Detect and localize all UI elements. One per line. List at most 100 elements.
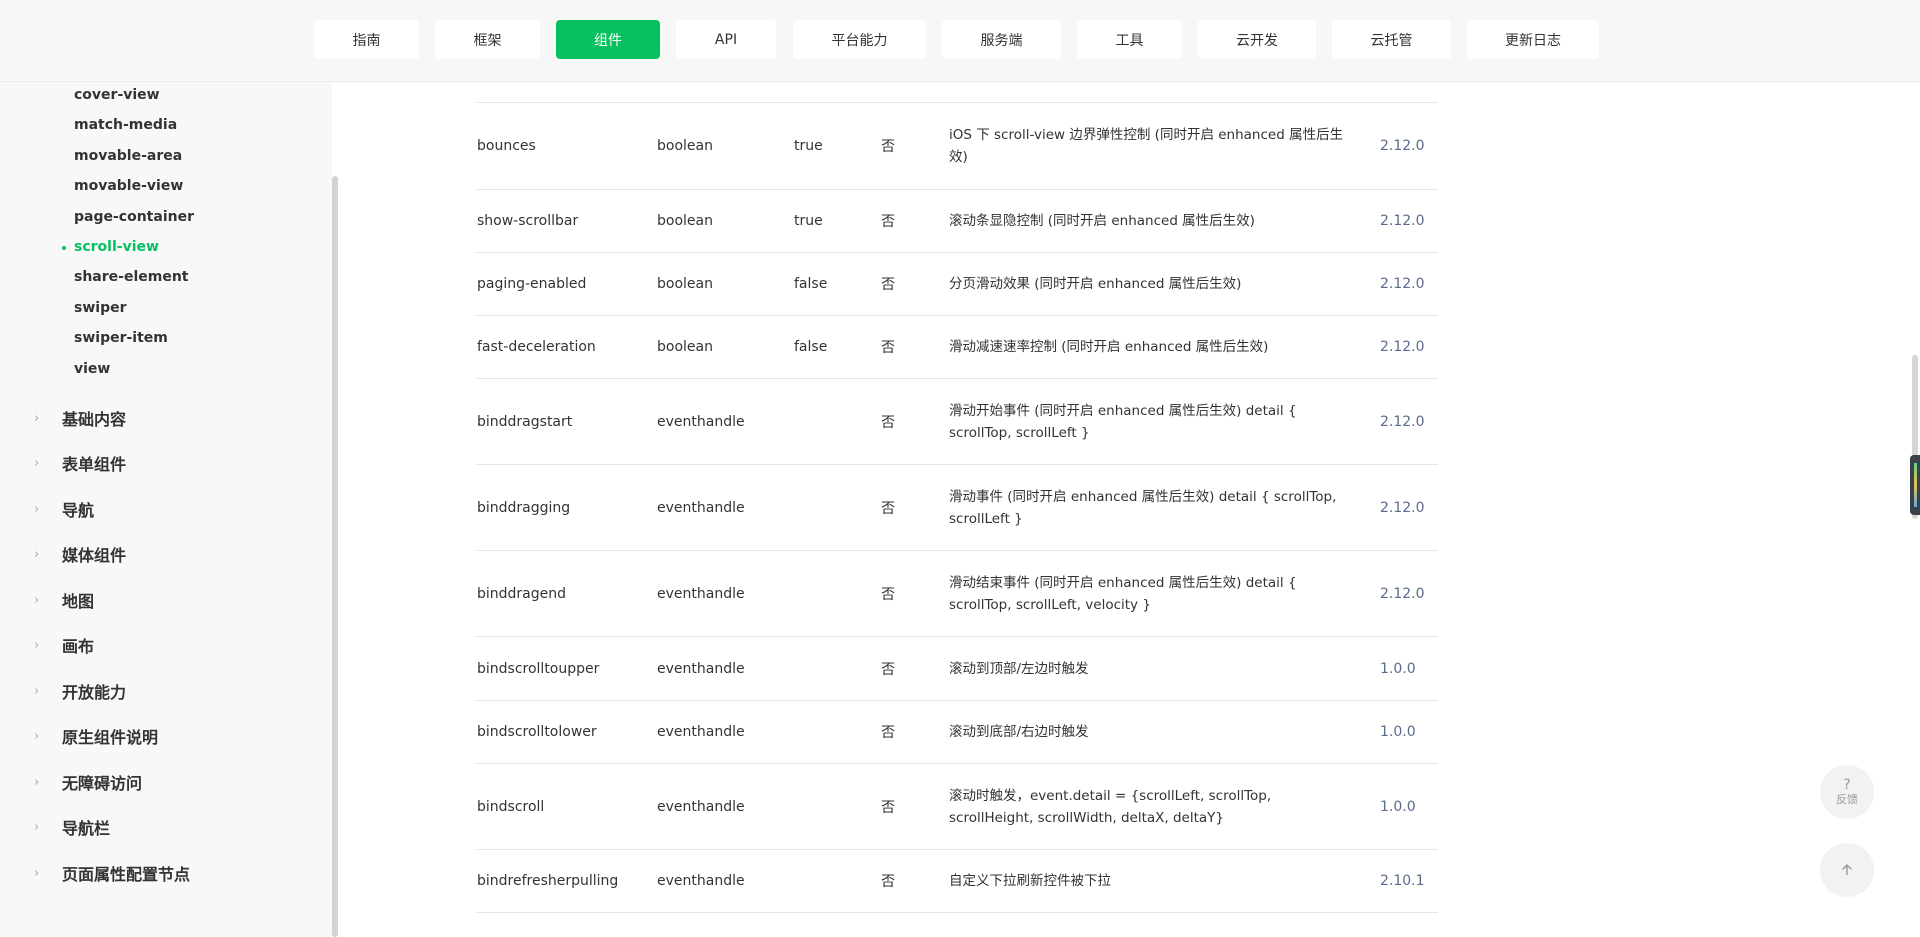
table-row: fast-deceleration boolean false 否 滑动减速速率… xyxy=(476,316,1438,379)
sidebar-category-form[interactable]: › 表单组件 xyxy=(34,451,126,475)
chevron-right-icon: › xyxy=(34,410,40,426)
chevron-right-icon: › xyxy=(34,592,40,608)
attr-version: 1.0.0 xyxy=(1380,798,1416,815)
sidebar-category-navigation[interactable]: › 导航 xyxy=(34,497,94,521)
sidebar-category-media[interactable]: › 媒体组件 xyxy=(34,542,126,566)
sidebar-category-label: 导航 xyxy=(62,501,95,520)
attr-version: 2.12.0 xyxy=(1380,413,1425,430)
active-indicator-dot xyxy=(62,246,66,250)
attr-default xyxy=(794,551,880,636)
sidebar-category-accessibility[interactable]: › 无障碍访问 xyxy=(34,770,142,794)
arrow-up-icon xyxy=(1842,864,1852,875)
sidebar-item-movable-area[interactable]: movable-area xyxy=(74,148,182,164)
table-row: bindscrolltolower eventhandle 否 滚动到底部/右边… xyxy=(476,701,1438,764)
sidebar-category-label: 表单组件 xyxy=(62,455,127,474)
chevron-right-icon: › xyxy=(34,501,40,517)
sidebar-category-label: 导航栏 xyxy=(62,819,111,838)
attr-description: 滚动到顶部/左边时触发 xyxy=(949,660,1089,677)
chevron-right-icon: › xyxy=(34,546,40,562)
attr-description: 分页滑动效果 (同时开启 enhanced 属性后生效) xyxy=(949,276,1242,292)
sidebar-item-share-element[interactable]: share-element xyxy=(74,269,189,285)
sidebar-category-basic-content[interactable]: › 基础内容 xyxy=(34,406,126,430)
attr-type: boolean xyxy=(657,138,713,154)
nav-tab-server[interactable]: 服务端 xyxy=(942,20,1061,59)
attr-description: 滑动结束事件 (同时开启 enhanced 属性后生效) detail { sc… xyxy=(949,574,1297,613)
attr-required: 否 xyxy=(881,340,895,356)
attr-description: iOS 下 scroll-view 边界弹性控制 (同时开启 enhanced … xyxy=(949,127,1344,165)
chevron-right-icon: › xyxy=(34,637,40,653)
attr-version: 2.12.0 xyxy=(1380,213,1425,229)
feedback-button[interactable]: ? 反馈 xyxy=(1820,765,1874,819)
sidebar-category-page-meta[interactable]: › 页面属性配置节点 xyxy=(34,861,190,885)
sidebar-category-navigation-bar[interactable]: › 导航栏 xyxy=(34,815,110,839)
attr-name: binddragend xyxy=(477,585,567,602)
edge-widget-bar xyxy=(1914,463,1917,507)
sidebar-item-view[interactable]: view xyxy=(74,361,110,377)
sidebar-item-swiper[interactable]: swiper xyxy=(74,300,127,316)
attr-description: 滚动条显隐控制 (同时开启 enhanced 属性后生效) xyxy=(949,213,1255,229)
chevron-right-icon: › xyxy=(34,455,40,471)
sidebar-item-swiper-item[interactable]: swiper-item xyxy=(74,330,168,346)
attr-version: 2.12.0 xyxy=(1380,499,1425,516)
attr-name: fast-deceleration xyxy=(477,339,596,355)
sidebar-category-label: 画布 xyxy=(62,637,95,656)
sidebar-category-label: 地图 xyxy=(62,592,95,611)
attr-type: eventhandle xyxy=(657,413,745,430)
sidebar-category-label: 开放能力 xyxy=(62,683,127,702)
sidebar-item-page-container[interactable]: page-container xyxy=(74,209,194,225)
attr-type: boolean xyxy=(657,339,713,355)
table-row: binddragstart eventhandle 否 滑动开始事件 (同时开启… xyxy=(476,379,1438,465)
attr-default xyxy=(794,764,880,849)
sidebar-item-match-media[interactable]: match-media xyxy=(74,117,177,133)
attr-required: 否 xyxy=(881,414,895,431)
table-row: binddragging eventhandle 否 滑动事件 (同时开启 en… xyxy=(476,465,1438,551)
attr-description: 滚动到底部/右边时触发 xyxy=(949,724,1089,740)
sidebar-scrollbar[interactable] xyxy=(332,176,338,937)
nav-tab-guide[interactable]: 指南 xyxy=(314,20,419,59)
nav-tab-changelog[interactable]: 更新日志 xyxy=(1467,20,1599,59)
attr-type: boolean xyxy=(657,276,713,292)
sidebar-item-cover-view[interactable]: cover-view xyxy=(74,87,160,103)
sidebar-category-map[interactable]: › 地图 xyxy=(34,588,94,612)
sidebar-item-movable-view[interactable]: movable-view xyxy=(74,178,183,194)
nav-tab-platform[interactable]: 平台能力 xyxy=(793,20,926,59)
attr-version: 2.12.0 xyxy=(1380,276,1425,292)
sidebar-category-open-capability[interactable]: › 开放能力 xyxy=(34,679,126,703)
nav-tab-framework[interactable]: 框架 xyxy=(435,20,540,59)
attr-name: binddragging xyxy=(477,499,571,516)
attr-description: 自定义下拉刷新控件被下拉 xyxy=(949,873,1111,889)
table-row: bindscroll eventhandle 否 滚动时触发，event.det… xyxy=(476,764,1438,850)
attr-default: true xyxy=(794,213,823,229)
attr-required: 否 xyxy=(881,500,895,517)
nav-tab-components[interactable]: 组件 xyxy=(556,20,660,59)
attr-type: eventhandle xyxy=(657,873,745,889)
attr-default: true xyxy=(794,138,823,154)
nav-tab-api[interactable]: API xyxy=(676,20,776,59)
attr-version: 1.0.0 xyxy=(1380,660,1416,677)
attr-name: binddragstart xyxy=(477,413,573,430)
nav-tab-tools[interactable]: 工具 xyxy=(1077,20,1182,59)
chevron-right-icon: › xyxy=(34,683,40,699)
attr-type: eventhandle xyxy=(657,585,745,602)
sidebar-category-label: 页面属性配置节点 xyxy=(62,865,191,884)
nav-tab-cloud-hosting[interactable]: 云托管 xyxy=(1332,20,1451,59)
attr-name: show-scrollbar xyxy=(477,213,579,229)
attr-name: bounces xyxy=(477,138,536,154)
sidebar-category-native-components[interactable]: › 原生组件说明 xyxy=(34,724,158,748)
nav-tab-cloud-dev[interactable]: 云开发 xyxy=(1198,20,1316,59)
attr-required: 否 xyxy=(881,277,895,293)
attr-type: eventhandle xyxy=(657,798,745,815)
attr-description: 滑动开始事件 (同时开启 enhanced 属性后生效) detail { sc… xyxy=(949,402,1297,441)
sidebar-category-label: 媒体组件 xyxy=(62,546,127,565)
sidebar-item-scroll-view[interactable]: scroll-view xyxy=(74,239,159,255)
back-to-top-button[interactable] xyxy=(1820,843,1874,897)
attr-default: false xyxy=(794,339,828,355)
edge-widget[interactable] xyxy=(1910,455,1920,515)
sidebar-category-canvas[interactable]: › 画布 xyxy=(34,633,94,657)
table-row: show-scrollbar boolean true 否 滚动条显隐控制 (同… xyxy=(476,190,1438,253)
question-icon: ? xyxy=(1843,777,1851,793)
table-row: bindrefresherpulling eventhandle 否 自定义下拉… xyxy=(476,850,1438,913)
attr-name: bindscrolltolower xyxy=(477,724,597,740)
attr-description: 滑动事件 (同时开启 enhanced 属性后生效) detail { scro… xyxy=(949,488,1337,527)
attr-type: eventhandle xyxy=(657,499,745,516)
